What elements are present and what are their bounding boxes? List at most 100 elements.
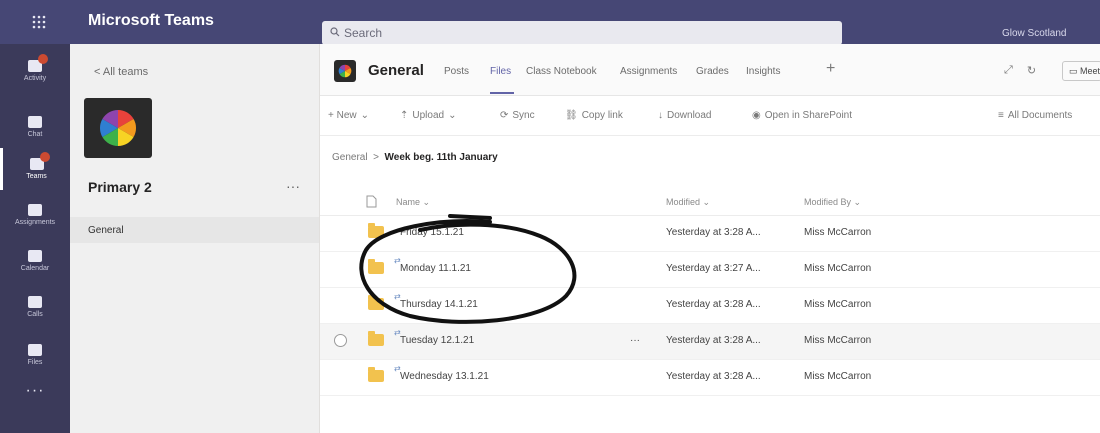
rail-item-assignments[interactable]: Assignments (0, 194, 70, 236)
rail-item-chat[interactable]: Chat (0, 106, 70, 148)
download-button[interactable]: ↓ Download (658, 110, 711, 121)
file-modified-by: Miss McCarron (804, 335, 872, 346)
column-header-modified[interactable]: Modified ⌄ (666, 197, 710, 208)
file-modified: Yesterday at 3:27 A... (666, 263, 761, 274)
color-wheel-icon (99, 110, 137, 146)
chevron-right-icon: > (370, 152, 382, 163)
table-row[interactable]: ⇄ Thursday 14.1.21 Yesterday at 3:28 A..… (320, 288, 1100, 324)
breadcrumb-current: Week beg. 11th January (384, 152, 498, 163)
breadcrumb-root[interactable]: General (332, 152, 368, 163)
tab-files[interactable]: Files (490, 66, 511, 77)
all-teams-label: All teams (102, 66, 149, 78)
open-in-sharepoint-button[interactable]: ◉ Open in SharePoint (752, 110, 852, 121)
file-type-icon (366, 195, 377, 210)
new-button[interactable]: + New ⌄ (328, 110, 369, 121)
phone-icon (28, 296, 42, 308)
column-modified-by-label: Modified By (804, 197, 852, 207)
file-modified-by: Miss McCarron (804, 371, 872, 382)
sync-label: Sync (512, 110, 535, 121)
meet-button[interactable]: ▭ Meet (1062, 61, 1100, 81)
add-tab-button[interactable]: + (826, 60, 835, 78)
tab-class-notebook[interactable]: Class Notebook (526, 66, 597, 77)
file-list-header: Name ⌄ Modified ⌄ Modified By ⌄ (320, 186, 1100, 216)
more-apps-button[interactable]: ··· (0, 382, 70, 400)
row-more-button[interactable]: ··· (630, 335, 640, 346)
calendar-icon (28, 250, 42, 262)
rail-item-calls[interactable]: Calls (0, 286, 70, 328)
chevron-down-icon: ⌄ (448, 110, 457, 121)
folder-icon (368, 259, 384, 274)
rail-item-label: Assignments (14, 219, 56, 226)
notification-badge (38, 54, 48, 64)
folder-icon (368, 295, 384, 310)
tab-grades[interactable]: Grades (696, 66, 729, 77)
rail-item-activity[interactable]: Activity (0, 50, 70, 92)
file-name[interactable]: Tuesday 12.1.21 (400, 335, 474, 346)
rail-item-files[interactable]: Files (0, 334, 70, 376)
table-row[interactable]: ⇄ Tuesday 12.1.21 ··· Yesterday at 3:28 … (320, 324, 1100, 360)
file-name[interactable]: Friday 15.1.21 (400, 227, 464, 238)
app-title: Microsoft Teams (88, 12, 214, 29)
copy-link-label: Copy link (581, 110, 623, 121)
row-select-radio[interactable] (334, 334, 347, 347)
rail-item-label: Activity (23, 75, 47, 82)
files-toolbar: + New ⌄ ⇡ Upload ⌄ ⟳ Sync ⛓ Copy link ↓ … (320, 96, 1100, 136)
rail-item-label: Teams (26, 173, 47, 180)
expand-icon[interactable]: ⤢ (1004, 64, 1013, 77)
column-header-modified-by[interactable]: Modified By ⌄ (804, 197, 861, 208)
file-modified-by: Miss McCarron (804, 227, 872, 238)
new-label: + New (328, 110, 357, 121)
team-more-button[interactable]: ··· (286, 178, 300, 194)
rail-item-calendar[interactable]: Calendar (0, 240, 70, 282)
rail-item-teams[interactable]: Teams (0, 148, 70, 190)
file-modified-by: Miss McCarron (804, 299, 872, 310)
folder-icon (368, 367, 384, 382)
column-header-name[interactable]: Name ⌄ (396, 197, 430, 208)
folder-icon (368, 223, 384, 238)
table-row[interactable]: Friday 15.1.21 Yesterday at 3:28 A... Mi… (320, 216, 1100, 252)
bell-icon (28, 54, 48, 72)
tab-posts[interactable]: Posts (444, 66, 469, 77)
tab-assignments[interactable]: Assignments (620, 66, 677, 77)
download-icon: ↓ (658, 110, 663, 121)
tab-insights[interactable]: Insights (746, 66, 780, 77)
search-placeholder: Search (344, 26, 383, 40)
meet-label: Meet (1080, 66, 1100, 76)
file-name[interactable]: Thursday 14.1.21 (400, 299, 478, 310)
table-row[interactable]: ⇄ Wednesday 13.1.21 Yesterday at 3:28 A.… (320, 360, 1100, 396)
list-view-icon: ≡ (998, 110, 1004, 121)
upload-label: Upload (412, 110, 445, 121)
column-modified-label: Modified (666, 197, 701, 207)
rail-item-label: Calendar (20, 265, 50, 272)
top-bar: Microsoft Teams Search Glow Scotland (0, 0, 1100, 45)
chevron-down-icon: ⌄ (853, 197, 862, 207)
search-input[interactable]: Search (322, 21, 842, 45)
file-modified: Yesterday at 3:28 A... (666, 299, 761, 310)
channel-item-general[interactable]: General (70, 217, 319, 243)
upload-button[interactable]: ⇡ Upload ⌄ (400, 110, 456, 121)
refresh-icon[interactable]: ↻ (1027, 64, 1036, 77)
user-name[interactable]: Glow Scotland (1002, 28, 1066, 39)
chat-icon (28, 116, 42, 128)
active-tab-indicator (490, 92, 514, 94)
chevron-down-icon: ⌄ (360, 110, 370, 121)
teams-panel: < All teams Primary 2 ··· General (70, 44, 320, 433)
chevron-down-icon: ⌄ (422, 197, 431, 207)
app-launcher-icon[interactable] (0, 0, 78, 44)
sync-button[interactable]: ⟳ Sync (500, 110, 535, 121)
view-selector[interactable]: ≡ All Documents (998, 110, 1072, 121)
file-modified: Yesterday at 3:28 A... (666, 335, 761, 346)
sync-icon: ⟳ (500, 110, 509, 121)
header-actions: ⤢ ↻ (1004, 64, 1036, 77)
file-name[interactable]: Monday 11.1.21 (400, 263, 471, 274)
team-logo (84, 98, 152, 158)
file-name[interactable]: Wednesday 13.1.21 (400, 371, 489, 382)
chevron-left-icon: < (94, 66, 101, 78)
files-icon (28, 344, 42, 356)
copy-link-button[interactable]: ⛓ Copy link (565, 110, 623, 121)
all-teams-link[interactable]: < All teams (94, 66, 148, 78)
table-row[interactable]: ⇄ Monday 11.1.21 Yesterday at 3:27 A... … (320, 252, 1100, 288)
notification-badge (39, 152, 50, 162)
chevron-down-icon: ⌄ (702, 197, 711, 207)
file-modified-by: Miss McCarron (804, 263, 872, 274)
